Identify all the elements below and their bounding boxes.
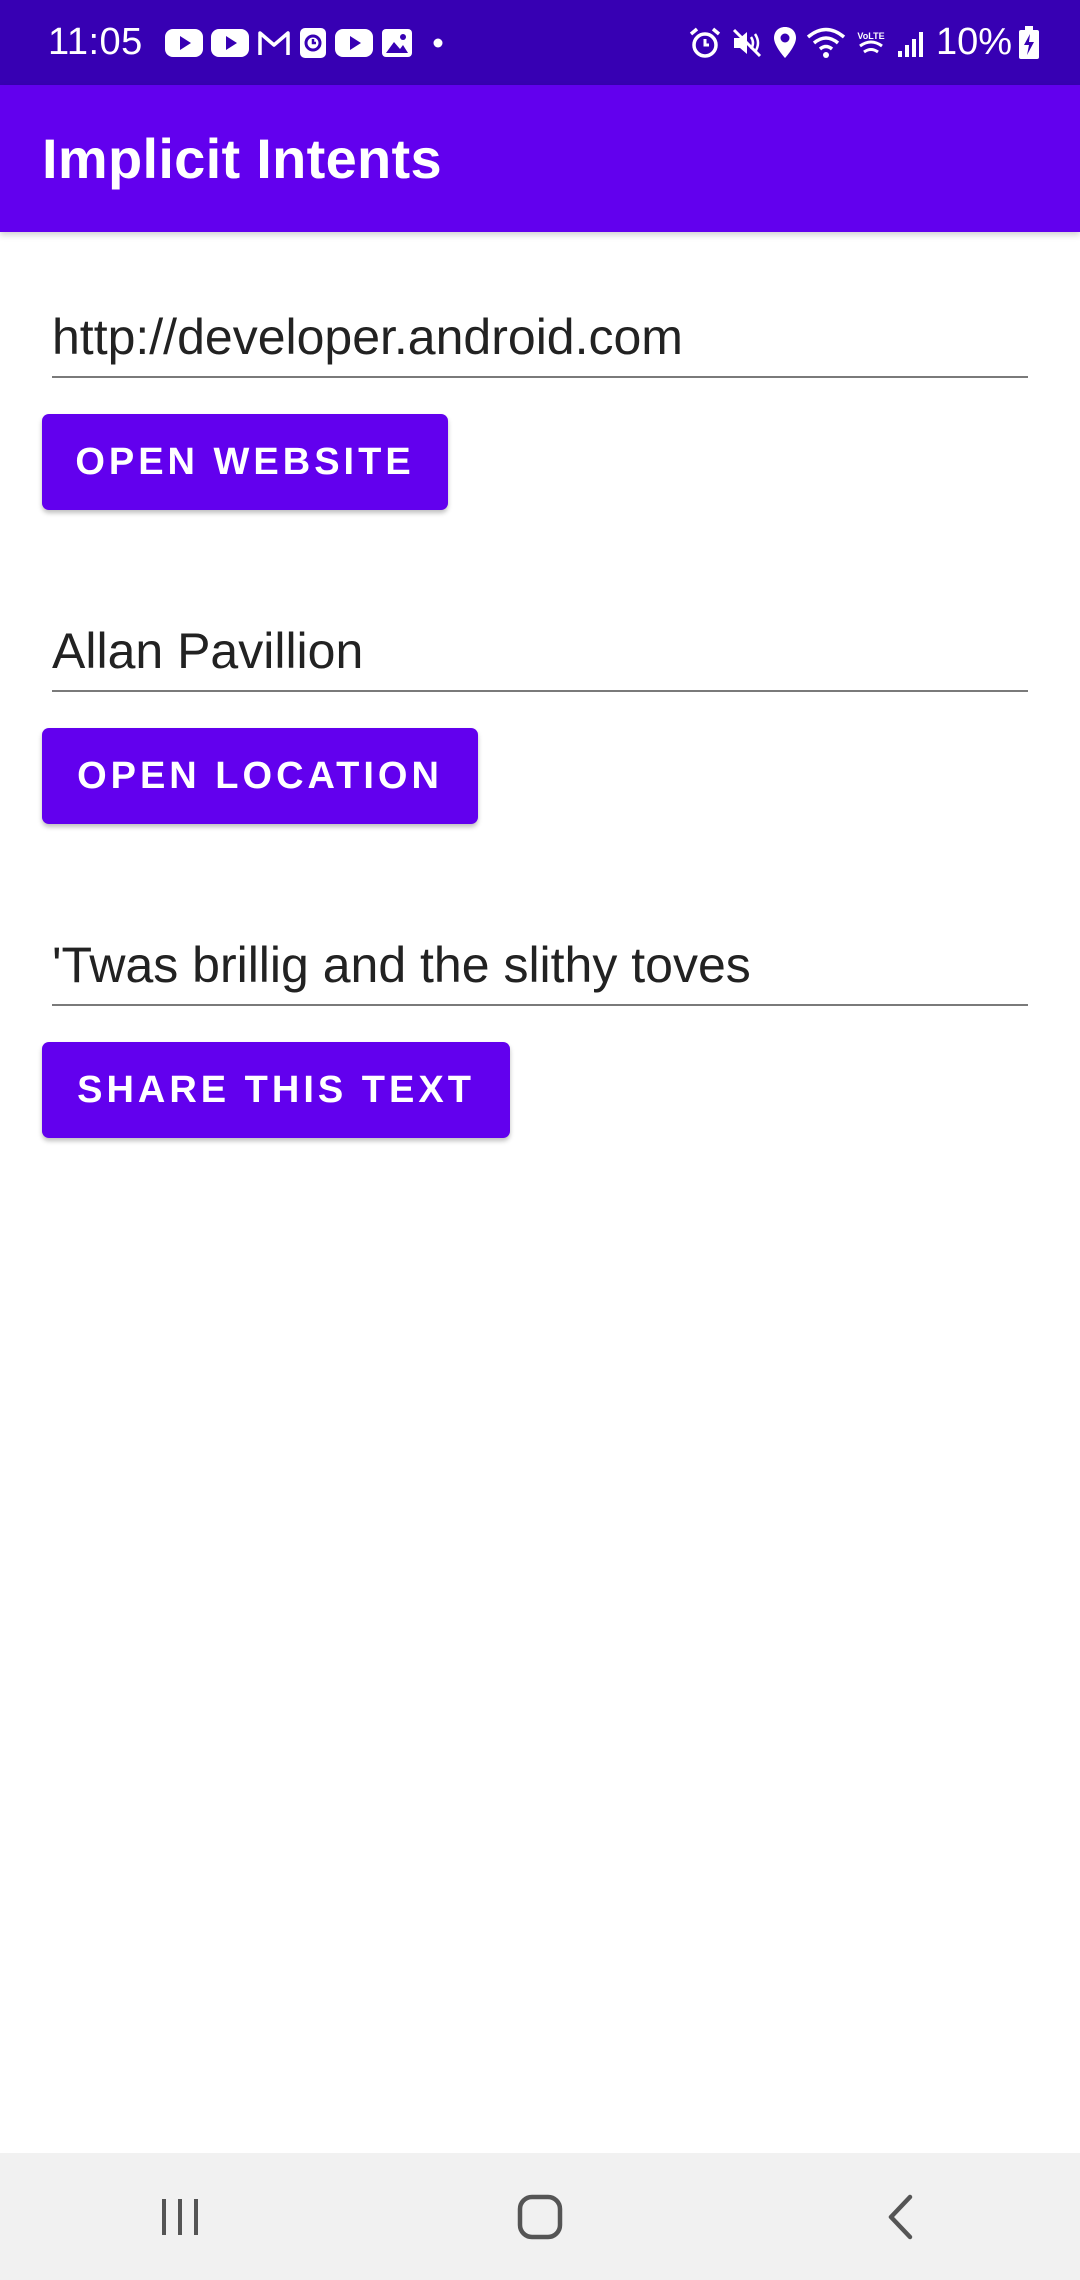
more-dot-icon	[433, 38, 443, 48]
gallery-icon	[381, 28, 413, 58]
navigation-bar	[0, 2153, 1080, 2280]
svg-text:VoLTE: VoLTE	[857, 31, 884, 41]
website-field[interactable]	[52, 294, 1028, 378]
open-website-button[interactable]: OPEN WEBSITE	[42, 414, 448, 510]
battery-text: 10%	[935, 21, 1012, 63]
location-input[interactable]	[52, 622, 1028, 680]
status-left: 11:05	[48, 0, 443, 85]
share-text-input[interactable]	[52, 936, 1028, 994]
open-location-button[interactable]: OPEN LOCATION	[42, 728, 478, 824]
volte-icon: VoLTE	[854, 26, 888, 60]
share-text-field[interactable]	[52, 922, 1028, 1006]
wifi-icon	[806, 26, 846, 60]
mute-icon	[730, 26, 764, 60]
app-bar: Implicit Intents	[0, 85, 1080, 232]
clock-app-icon	[299, 27, 327, 59]
youtube-icon	[210, 28, 249, 57]
youtube-icon	[334, 28, 373, 57]
gmail-icon	[257, 29, 291, 57]
location-field[interactable]	[52, 608, 1028, 692]
location-icon	[772, 26, 798, 60]
battery-charging-icon	[1018, 25, 1040, 60]
share-this-text-button[interactable]: SHARE THIS TEXT	[42, 1042, 510, 1138]
screen: 11:05 VoLTE 10% Implicit Intents http://…	[0, 0, 1080, 2280]
recent-apps-icon[interactable]	[120, 2167, 240, 2267]
back-icon[interactable]	[840, 2167, 960, 2267]
app-title: Implicit Intents	[42, 127, 442, 190]
status-time: 11:05	[48, 21, 143, 63]
youtube-icon	[164, 28, 203, 57]
website-input[interactable]	[52, 308, 1028, 366]
signal-icon	[896, 27, 928, 59]
status-bar: 11:05 VoLTE 10%	[0, 0, 1080, 85]
home-icon[interactable]	[480, 2167, 600, 2267]
status-right: VoLTE 10%	[680, 0, 1040, 85]
alarm-icon	[688, 26, 722, 60]
